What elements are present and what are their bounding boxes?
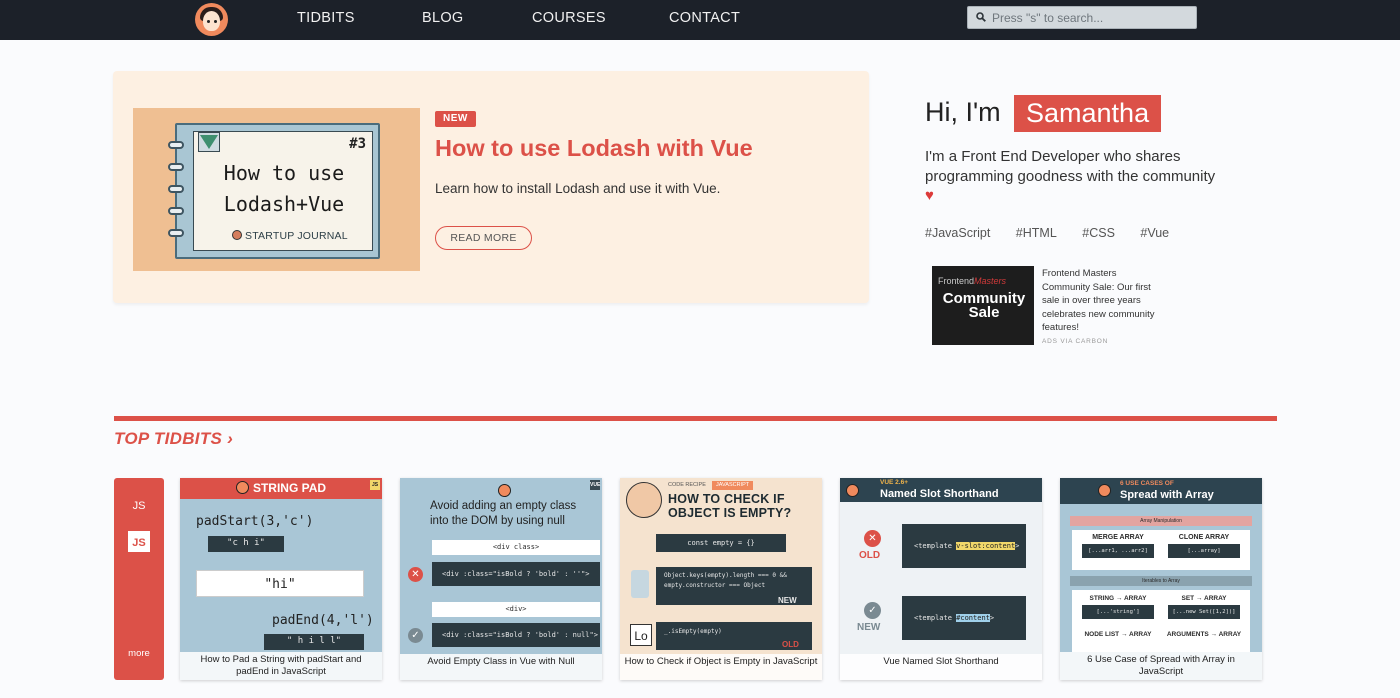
x-icon: ✕ [864,530,881,547]
top-tidbits-heading[interactable]: TOP TIDBITS › [114,429,233,449]
read-more-button[interactable]: READ MORE [435,226,532,250]
top-nav: TIDBITS BLOG COURSES CONTACT [0,0,1400,40]
nav-link-blog[interactable]: BLOG [422,10,464,26]
tag-javascript[interactable]: #JavaScript [925,226,990,240]
ad-image[interactable]: FrontendMasters Community Sale [932,266,1034,345]
nav-link-tidbits[interactable]: TIDBITS [297,10,355,26]
vue-logo-icon [198,132,220,152]
topic-tags: #JavaScript #HTML #CSS #Vue [925,226,1191,240]
nav-link-contact[interactable]: CONTACT [669,10,740,26]
greeting: Hi, I'm [925,97,1001,127]
vanilla-icon [631,570,649,598]
tidbit-caption: Avoid Empty Class in Vue with Null [400,654,602,680]
x-icon: ✕ [408,567,423,582]
featured-post-card: #3 How to use Lodash+Vue STARTUP JOURNAL… [113,71,869,303]
tag-vue[interactable]: #Vue [1140,226,1169,240]
check-icon: ✓ [864,602,881,619]
js-logo-icon: JS [128,531,150,552]
avatar-icon [846,484,859,497]
search-input[interactable] [992,9,1192,26]
cover-journal: STARTUP JOURNAL [232,230,348,242]
journal-logo-icon [232,230,242,240]
search-icon [976,12,986,22]
featured-cover-image[interactable]: #3 How to use Lodash+Vue STARTUP JOURNAL [133,108,420,271]
featured-post-title[interactable]: How to use Lodash with Vue [435,135,753,162]
check-icon: ✓ [408,628,423,643]
section-divider [114,416,1277,421]
tidbit-caption: Vue Named Slot Shorthand [840,654,1042,680]
chef-avatar-icon [626,482,662,518]
search-box[interactable] [967,6,1197,29]
avatar-logo[interactable] [195,3,228,36]
tidbit-card-object-empty[interactable]: CODE RECIPE JAVASCRIPT HOW TO CHECK IF O… [620,478,822,680]
new-badge: NEW [435,111,476,127]
lodash-icon: Lo [630,624,652,646]
tidbit-caption: How to Pad a String with padStart and pa… [180,652,382,680]
author-name: Samantha [1014,95,1162,132]
avatar-icon [1098,484,1111,497]
ad-via-carbon[interactable]: ADS VIA CARBON [1042,338,1108,345]
tidbit-card-named-slot[interactable]: VUE 2.6+ Named Slot Shorthand ✕ OLD <tem… [840,478,1042,680]
tag-html[interactable]: #HTML [1016,226,1057,240]
avatar-icon [498,484,511,497]
author-bio: I'm a Front End Developer who shares pro… [925,148,1216,204]
tidbit-caption: 6 Use Case of Spread with Array in JavaS… [1060,652,1262,680]
featured-post-description: Learn how to install Lodash and use it w… [435,181,721,196]
cover-issue: #3 [349,136,366,152]
tidbit-card-empty-class[interactable]: VUE Avoid adding an empty class into the… [400,478,602,680]
more-link[interactable]: more [114,648,164,659]
nav-link-courses[interactable]: COURSES [532,10,606,26]
category-tile-js[interactable]: JS JS more [114,478,164,680]
tidbit-card-spread-array[interactable]: 6 USE CASES OF Spread with Array Array M… [1060,478,1262,680]
heart-icon: ♥ [925,187,934,204]
tag-css[interactable]: #CSS [1082,226,1115,240]
tidbit-card-string-pad[interactable]: STRING PAD JS padStart(3,'c') "c h i" "h… [180,478,382,680]
avatar-icon [235,481,249,494]
cover-title: How to use Lodash+Vue [223,161,345,216]
tidbit-caption: How to Check if Object is Empty in JavaS… [620,654,822,680]
ad-text[interactable]: Frontend Masters Community Sale: Our fir… [1042,267,1160,335]
notebook-illustration: #3 How to use Lodash+Vue STARTUP JOURNAL [168,123,380,259]
